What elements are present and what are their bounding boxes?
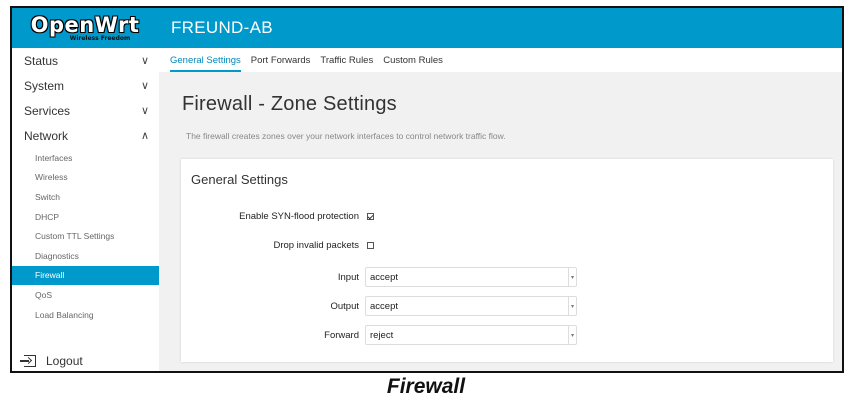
drop-invalid-label: Drop invalid packets (273, 239, 359, 251)
chevron-down-icon: ▾ (568, 325, 576, 345)
tab-general-settings[interactable]: General Settings (170, 55, 241, 72)
chevron-down-icon: ∨ (140, 54, 149, 67)
logout-label: Logout (46, 354, 83, 368)
drop-invalid-checkbox[interactable] (367, 241, 374, 249)
chevron-down-icon: ∨ (140, 79, 149, 92)
forward-policy-select[interactable]: reject ▾ (365, 325, 577, 345)
select-value: reject (370, 329, 394, 341)
tab-port-forwards[interactable]: Port Forwards (251, 55, 311, 72)
select-value: accept (370, 271, 398, 283)
openwrt-logo[interactable]: OpenWrt Wireless Freedom (12, 8, 159, 48)
forward-row: Forward reject ▾ (181, 324, 833, 346)
sidebar-item-status[interactable]: Status ∨ (12, 48, 159, 73)
sidebar-item-label: System (24, 78, 65, 93)
sidebar-item-services[interactable]: Services ∨ (12, 98, 159, 123)
sidebar-subitem-interfaces[interactable]: Interfaces (12, 148, 159, 168)
sidebar-item-system[interactable]: System ∨ (12, 73, 159, 98)
drop-invalid-row: Drop invalid packets (181, 234, 833, 256)
sidebar-subitem-qos[interactable]: QoS (12, 285, 159, 305)
page-title: Firewall - Zone Settings (182, 93, 397, 115)
forward-label: Forward (324, 329, 359, 341)
tab-bar: General Settings Port Forwards Traffic R… (159, 48, 842, 72)
sidebar-subitem-firewall[interactable]: Firewall (12, 265, 159, 286)
main-content: Firewall - Zone Settings The firewall cr… (159, 72, 842, 371)
input-row: Input accept ▾ (181, 266, 833, 288)
sidebar-subitem-diagnostics[interactable]: Diagnostics (12, 246, 159, 266)
sidebar-item-label: Network (24, 128, 69, 143)
sidebar-subitem-switch[interactable]: Switch (12, 187, 159, 207)
hostname-title: FREUND-AB (171, 18, 273, 37)
sidebar-subitem-dhcp[interactable]: DHCP (12, 207, 159, 227)
sidebar-subitem-load-balancing[interactable]: Load Balancing (12, 305, 159, 325)
syn-flood-checkbox[interactable] (367, 212, 374, 220)
sidebar-subitem-custom-ttl[interactable]: Custom TTL Settings (12, 226, 159, 246)
syn-flood-row: Enable SYN-flood protection (181, 205, 833, 227)
page-description: The firewall creates zones over your net… (186, 131, 506, 141)
logo-tagline: Wireless Freedom (69, 34, 131, 42)
sidebar-subitem-wireless[interactable]: Wireless (12, 168, 159, 188)
sidebar-menu: Status ∨ System ∨ Services ∨ Network ∧ I… (12, 48, 159, 324)
general-settings-card: General Settings Enable SYN-flood protec… (181, 159, 833, 362)
figure-caption: Firewall (386, 375, 466, 398)
chevron-down-icon: ∨ (140, 104, 149, 117)
sidebar-item-network[interactable]: Network ∧ (12, 123, 159, 148)
input-policy-select[interactable]: accept ▾ (365, 267, 577, 287)
logout-icon (20, 355, 36, 367)
chevron-down-icon: ▾ (568, 296, 576, 316)
output-label: Output (330, 300, 359, 312)
sidebar-item-label: Status (24, 53, 59, 68)
input-label: Input (337, 271, 359, 283)
select-value: accept (370, 300, 398, 312)
logout-button[interactable]: Logout (20, 354, 83, 368)
app-window: OpenWrt Wireless Freedom Status ∨ System… (10, 6, 844, 373)
section-title: General Settings (191, 172, 288, 187)
top-header: FREUND-AB (159, 8, 842, 48)
output-row: Output accept ▾ (181, 295, 833, 317)
tab-custom-rules[interactable]: Custom Rules (383, 55, 443, 72)
sidebar: OpenWrt Wireless Freedom Status ∨ System… (12, 8, 159, 371)
tab-traffic-rules[interactable]: Traffic Rules (320, 55, 373, 72)
output-policy-select[interactable]: accept ▾ (365, 296, 577, 316)
logo-text: OpenWrt (30, 12, 140, 37)
syn-flood-label: Enable SYN-flood protection (239, 210, 359, 222)
chevron-down-icon: ▾ (568, 267, 576, 287)
sidebar-item-label: Services (24, 103, 71, 118)
chevron-up-icon: ∧ (140, 129, 149, 142)
